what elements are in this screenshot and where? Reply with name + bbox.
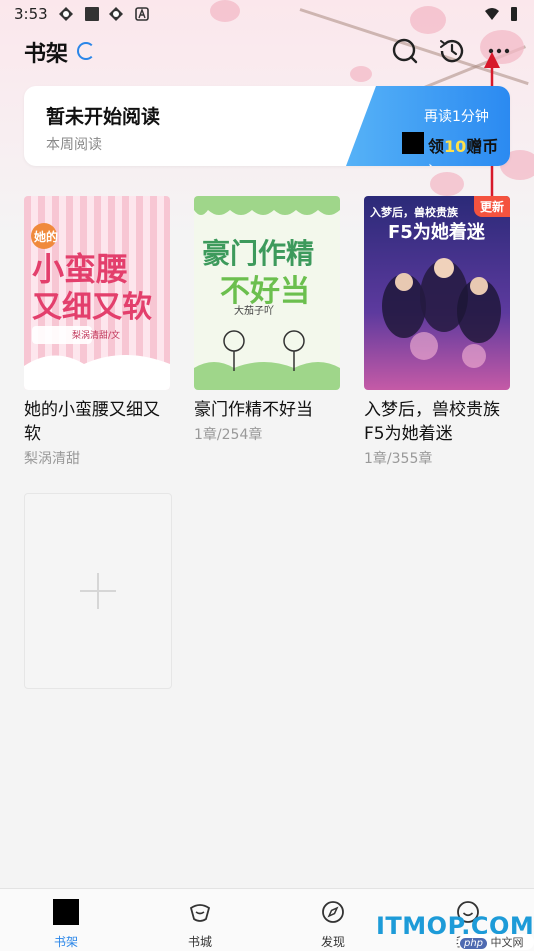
promo-text: 再读1分钟 bbox=[424, 109, 489, 125]
tab-bookshelf[interactable]: 书架 bbox=[21, 889, 111, 951]
watermark-site: php 中文网 bbox=[458, 934, 534, 950]
tab-label: 书架 bbox=[53, 935, 78, 949]
blossom bbox=[350, 66, 372, 82]
book-title: 她的小蛮腰又细又软 bbox=[24, 400, 160, 444]
search-icon[interactable] bbox=[388, 34, 422, 68]
cover-tag: 她的 bbox=[34, 230, 59, 244]
reading-stats-card[interactable]: 暂未开始阅读 本周阅读 再读1分钟 领10赠币 › bbox=[24, 86, 510, 166]
sync-spinner-icon bbox=[77, 42, 95, 60]
wifi-icon bbox=[485, 8, 499, 20]
promo-reward: 领10赠币 › bbox=[428, 133, 510, 166]
tab-discover[interactable]: 发现 bbox=[288, 889, 378, 951]
add-book-button[interactable] bbox=[24, 493, 172, 689]
php-logo: php bbox=[460, 938, 488, 949]
book-progress: 1章/254章 bbox=[194, 427, 263, 443]
book-author: 梨涡清甜 bbox=[24, 451, 80, 467]
tab-store[interactable]: 书城 bbox=[155, 889, 245, 951]
book-title: 入梦后，兽校贵族F5为她着迷 bbox=[364, 400, 500, 444]
chevron-right-icon: › bbox=[428, 157, 434, 166]
tab-label: 发现 bbox=[320, 935, 345, 949]
book-title: 豪门作精不好当 bbox=[194, 400, 313, 420]
cover-author: 大茄子吖 bbox=[234, 306, 274, 317]
weekly-reading-label: 本周阅读 bbox=[46, 137, 102, 153]
cover-author: 梨涡清甜/文 bbox=[72, 331, 121, 341]
book-item[interactable]: 豪门作精 不好当 大茄子吖 豪门作精不好当 1章/254章 bbox=[194, 196, 340, 444]
a-notification-icon bbox=[135, 7, 149, 21]
book-item[interactable]: 入梦后，兽校贵族 F5为她着迷 更新 入梦后，兽校贵族F5为她着迷 1章/355… bbox=[364, 196, 510, 468]
compass-icon bbox=[322, 901, 344, 923]
bookshelf-icon bbox=[53, 899, 79, 925]
app-notification-icon bbox=[59, 7, 73, 21]
cover-title-line2: 又细又软 bbox=[32, 290, 152, 325]
store-icon bbox=[189, 904, 211, 922]
reading-status-title: 暂未开始阅读 bbox=[46, 106, 161, 128]
plus-icon bbox=[80, 573, 116, 609]
status-time: 3:53 bbox=[14, 5, 48, 23]
book-cover[interactable]: 豪门作精 不好当 大茄子吖 bbox=[194, 196, 340, 390]
watermark-site-text: 中文网 bbox=[490, 936, 524, 949]
book-item[interactable]: 她的 小蛮腰 又细又软 梨涡清甜/文 她的小蛮腰又细又软 梨涡清甜 bbox=[24, 196, 170, 468]
reading-reward-promo[interactable]: 再读1分钟 领10赠币 › bbox=[346, 86, 510, 166]
image-notification-icon bbox=[85, 7, 99, 21]
tab-label: 书城 bbox=[187, 935, 212, 949]
update-badge: 更新 bbox=[473, 196, 510, 217]
blossom bbox=[430, 172, 464, 196]
page-title: 书架 bbox=[24, 42, 69, 67]
app-notification-icon bbox=[109, 7, 123, 21]
coin-icon bbox=[402, 132, 424, 154]
status-bar: 3:53 bbox=[0, 0, 534, 28]
book-cover[interactable]: 入梦后，兽校贵族 F5为她着迷 更新 bbox=[364, 196, 510, 390]
book-progress: 1章/355章 bbox=[364, 451, 433, 467]
battery-icon bbox=[511, 7, 517, 21]
promo-number: 10 bbox=[444, 137, 467, 156]
cover-title-line2: F5为她着迷 bbox=[388, 222, 485, 243]
history-icon[interactable] bbox=[435, 34, 469, 68]
book-cover[interactable]: 她的 小蛮腰 又细又软 梨涡清甜/文 bbox=[24, 196, 170, 390]
